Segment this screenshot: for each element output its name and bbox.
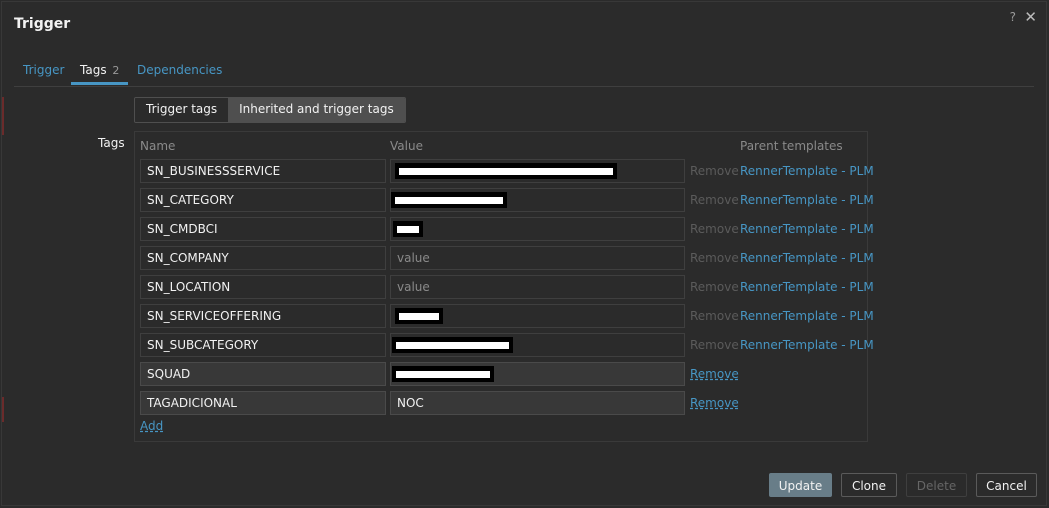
remove-button-disabled: Remove bbox=[690, 193, 739, 207]
column-header-parent: Parent templates bbox=[740, 139, 843, 153]
tag-row: SN_SUBCATEGORY Remove RennerTemplate - P… bbox=[140, 333, 874, 357]
tag-row: SN_BUSINESSSERVICE Remove RennerTemplate… bbox=[140, 159, 874, 183]
redaction-block bbox=[391, 192, 507, 208]
clone-button[interactable]: Clone bbox=[841, 473, 897, 497]
trigger-dialog: Trigger ? ✕ Trigger Tags 2 Dependencies … bbox=[1, 1, 1047, 506]
tag-value-field bbox=[390, 304, 685, 328]
add-tag-button[interactable]: Add bbox=[140, 419, 163, 433]
redaction-block bbox=[392, 366, 494, 382]
tags-table: Name Value Parent templates SN_BUSINESSS… bbox=[134, 131, 874, 442]
tab-bar: Trigger Tags 2 Dependencies bbox=[14, 60, 1034, 87]
redaction-block bbox=[395, 163, 617, 179]
remove-button[interactable]: Remove bbox=[690, 362, 739, 386]
tag-value-field bbox=[390, 333, 685, 357]
tag-name-field: SN_CATEGORY bbox=[140, 188, 386, 212]
tag-value-field bbox=[390, 188, 685, 212]
tag-value-field: value bbox=[390, 246, 685, 270]
left-edge-marker bbox=[2, 397, 4, 422]
tag-name-input[interactable]: SQUAD bbox=[140, 362, 386, 386]
tab-trigger[interactable]: Trigger bbox=[14, 60, 73, 85]
remove-button[interactable]: Remove bbox=[690, 391, 739, 415]
parent-template-link[interactable]: RennerTemplate - PLM bbox=[740, 188, 874, 212]
cancel-button[interactable]: Cancel bbox=[976, 473, 1037, 497]
tag-row: SN_SERVICEOFFERING Remove RennerTemplate… bbox=[140, 304, 874, 328]
tag-row: SQUAD Remove bbox=[140, 362, 865, 386]
column-header-value: Value bbox=[390, 139, 423, 153]
remove-button-disabled: Remove bbox=[690, 338, 739, 352]
remove-button-disabled: Remove bbox=[690, 222, 739, 236]
inherited-tags-option[interactable]: Inherited and trigger tags bbox=[228, 98, 405, 122]
parent-template-link[interactable]: RennerTemplate - PLM bbox=[740, 333, 874, 357]
parent-template-link[interactable]: RennerTemplate - PLM bbox=[740, 217, 874, 241]
remove-button-disabled: Remove bbox=[690, 309, 739, 323]
tab-dependencies[interactable]: Dependencies bbox=[128, 60, 231, 85]
dialog-title: Trigger bbox=[14, 16, 71, 32]
tag-name-field: SN_LOCATION bbox=[140, 275, 386, 299]
tag-row: SN_LOCATION value Remove RennerTemplate … bbox=[140, 275, 874, 299]
tag-row: SN_COMPANY value Remove RennerTemplate -… bbox=[140, 246, 874, 270]
tag-name-field: SN_SUBCATEGORY bbox=[140, 333, 386, 357]
tag-value-field bbox=[390, 217, 685, 241]
parent-template-link[interactable]: RennerTemplate - PLM bbox=[740, 275, 874, 299]
tag-name-field: SN_SERVICEOFFERING bbox=[140, 304, 386, 328]
tag-row: SN_CMDBCI Remove RennerTemplate - PLM bbox=[140, 217, 874, 241]
tag-view-toggle: Trigger tags Inherited and trigger tags bbox=[134, 97, 406, 123]
tab-label: Trigger bbox=[23, 63, 65, 77]
tag-value-field bbox=[390, 159, 685, 183]
trigger-tags-option[interactable]: Trigger tags bbox=[135, 98, 229, 122]
tag-name-field: SN_CMDBCI bbox=[140, 217, 386, 241]
close-icon[interactable]: ✕ bbox=[1024, 8, 1037, 26]
tab-label: Dependencies bbox=[137, 63, 223, 77]
remove-button-disabled: Remove bbox=[690, 164, 739, 178]
tags-label: Tags bbox=[98, 136, 125, 150]
tag-value-input[interactable] bbox=[390, 362, 685, 386]
tag-value-input[interactable]: NOC bbox=[390, 391, 685, 415]
delete-button: Delete bbox=[906, 473, 967, 497]
tag-name-input[interactable]: TAGADICIONAL bbox=[140, 391, 386, 415]
tab-count-badge: 2 bbox=[112, 64, 120, 77]
remove-button-disabled: Remove bbox=[690, 251, 739, 265]
redaction-block bbox=[392, 337, 513, 353]
parent-template-link[interactable]: RennerTemplate - PLM bbox=[740, 304, 874, 328]
tag-row: SN_CATEGORY Remove RennerTemplate - PLM bbox=[140, 188, 874, 212]
parent-template-link[interactable]: RennerTemplate - PLM bbox=[740, 159, 874, 183]
tag-name-field: SN_COMPANY bbox=[140, 246, 386, 270]
left-edge-marker bbox=[2, 97, 4, 135]
redaction-block bbox=[395, 308, 443, 324]
tab-tags[interactable]: Tags 2 bbox=[71, 60, 129, 85]
tag-value-field: value bbox=[390, 275, 685, 299]
tag-row: TAGADICIONAL NOC Remove bbox=[140, 391, 865, 415]
remove-button-disabled: Remove bbox=[690, 280, 739, 294]
parent-template-link[interactable]: RennerTemplate - PLM bbox=[740, 246, 874, 270]
column-header-name: Name bbox=[140, 139, 176, 153]
tag-name-field: SN_BUSINESSSERVICE bbox=[140, 159, 386, 183]
redaction-block bbox=[393, 221, 423, 237]
tab-label: Tags bbox=[80, 63, 107, 77]
update-button[interactable]: Update bbox=[769, 473, 832, 497]
help-icon[interactable]: ? bbox=[1010, 10, 1016, 24]
